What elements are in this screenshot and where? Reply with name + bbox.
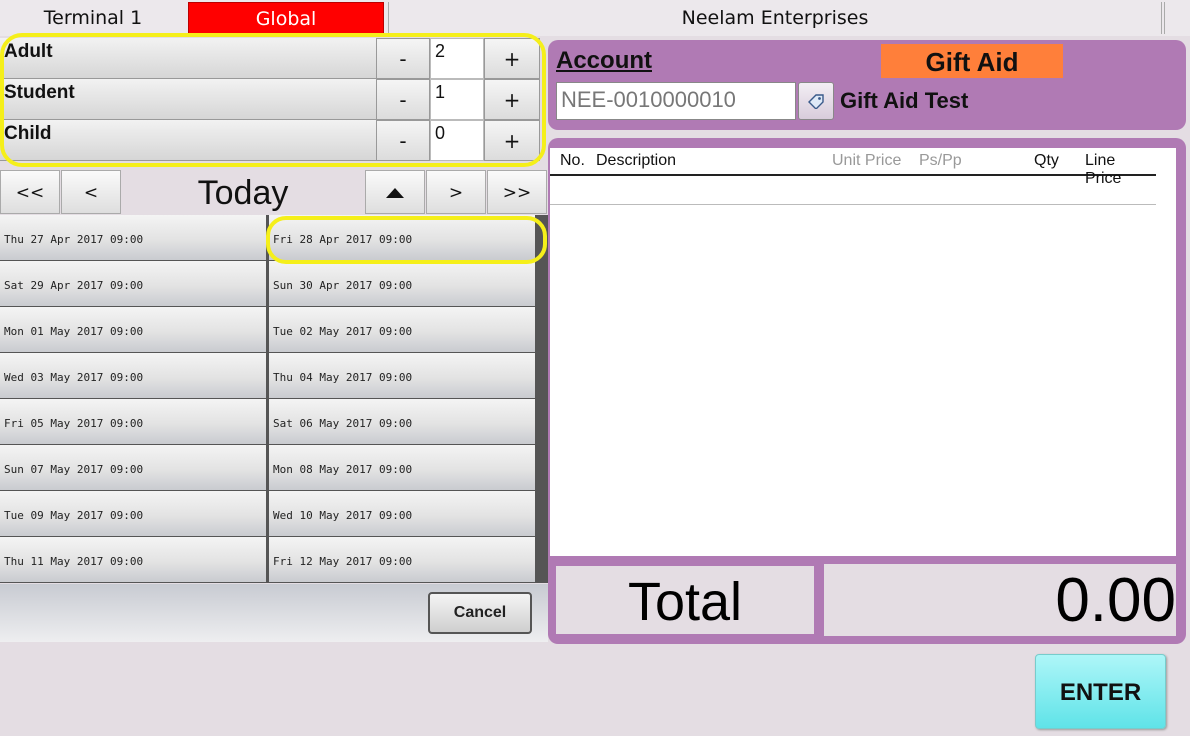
column-qty: Qty: [1034, 152, 1059, 169]
date-slot[interactable]: Sat 06 May 2017 09:00: [269, 399, 535, 444]
next-button[interactable]: >: [426, 170, 486, 214]
column-line-price: Line Price: [1085, 152, 1122, 187]
gift-aid-badge[interactable]: Gift Aid: [881, 44, 1063, 78]
date-grid: Thu 27 Apr 2017 09:00 Fri 28 Apr 2017 09…: [0, 215, 548, 583]
date-slot[interactable]: Tue 02 May 2017 09:00: [269, 307, 535, 352]
order-list[interactable]: No. Description Unit Price Ps/Pp Qty Lin…: [550, 148, 1176, 556]
total-value: 0.00: [824, 564, 1176, 636]
date-slot[interactable]: Wed 10 May 2017 09:00: [269, 491, 535, 536]
tag-icon: [808, 94, 824, 109]
account-number-field[interactable]: NEE-0010000010: [556, 82, 796, 120]
column-no: No.: [560, 152, 585, 169]
order-panel: No. Description Unit Price Ps/Pp Qty Lin…: [548, 138, 1186, 644]
tag-lookup-button[interactable]: [798, 82, 834, 120]
ticket-label: Adult: [0, 38, 376, 79]
date-slot[interactable]: Thu 11 May 2017 09:00: [0, 537, 266, 582]
increment-button[interactable]: +: [484, 38, 540, 79]
decrement-button[interactable]: -: [376, 38, 430, 79]
date-slot[interactable]: Sat 29 Apr 2017 09:00: [0, 261, 266, 306]
scroll-up-button[interactable]: [365, 170, 425, 214]
company-name: Neelam Enterprises: [388, 2, 1162, 34]
date-slot[interactable]: Fri 28 Apr 2017 09:00: [269, 215, 535, 260]
topbar-extra-cell: [1164, 2, 1190, 34]
date-slot[interactable]: Mon 08 May 2017 09:00: [269, 445, 535, 490]
ticket-label: Child: [0, 120, 376, 161]
ticket-label: Student: [0, 79, 376, 120]
date-slot[interactable]: Fri 12 May 2017 09:00: [269, 537, 535, 582]
quantity-field[interactable]: 0: [430, 120, 484, 161]
top-bar: Terminal 1 Global Neelam Enterprises: [0, 0, 1190, 36]
date-slot[interactable]: Mon 01 May 2017 09:00: [0, 307, 266, 352]
date-slot[interactable]: Tue 09 May 2017 09:00: [0, 491, 266, 536]
date-slot[interactable]: Fri 05 May 2017 09:00: [0, 399, 266, 444]
total-label: Total: [554, 564, 816, 636]
quantity-field[interactable]: 1: [430, 79, 484, 120]
increment-button[interactable]: +: [484, 79, 540, 120]
decrement-button[interactable]: -: [376, 79, 430, 120]
date-slot[interactable]: Thu 27 Apr 2017 09:00: [0, 215, 266, 260]
date-navigation: << < Today > >>: [0, 170, 547, 214]
column-ps-pp: Ps/Pp: [919, 152, 962, 169]
up-arrow-icon: [386, 188, 404, 198]
global-tab[interactable]: Global: [188, 2, 384, 34]
ticket-row-child: Child - 0 +: [0, 120, 546, 161]
order-header: No. Description Unit Price Ps/Pp Qty Lin…: [550, 148, 1156, 187]
order-row-divider: [550, 204, 1156, 205]
date-slot[interactable]: Sun 07 May 2017 09:00: [0, 445, 266, 490]
ticket-type-panel: Adult - 2 + Student - 1 + Child - 0 +: [0, 38, 546, 162]
date-slot[interactable]: Sun 30 Apr 2017 09:00: [269, 261, 535, 306]
terminal-tab[interactable]: Terminal 1: [0, 2, 186, 34]
enter-button[interactable]: ENTER: [1035, 654, 1166, 729]
date-slot[interactable]: Wed 03 May 2017 09:00: [0, 353, 266, 398]
gift-aid-status: Gift Aid Test: [840, 88, 969, 113]
quantity-field[interactable]: 2: [430, 38, 484, 79]
ticket-row-adult: Adult - 2 +: [0, 38, 546, 79]
column-description: Description: [596, 152, 677, 169]
account-panel: Account NEE-0010000010 Gift Aid Gift Aid…: [548, 40, 1186, 130]
decrement-button[interactable]: -: [376, 120, 430, 161]
column-unit-price: Unit Price: [832, 152, 902, 169]
cancel-area: Cancel: [0, 584, 548, 642]
date-slot[interactable]: Thu 04 May 2017 09:00: [269, 353, 535, 398]
today-label[interactable]: Today: [122, 170, 364, 214]
first-page-button[interactable]: <<: [0, 170, 60, 214]
cancel-button[interactable]: Cancel: [428, 592, 532, 634]
previous-button[interactable]: <: [61, 170, 121, 214]
account-label[interactable]: Account: [556, 47, 652, 75]
increment-button[interactable]: +: [484, 120, 540, 161]
ticket-row-student: Student - 1 +: [0, 79, 546, 120]
last-page-button[interactable]: >>: [487, 170, 547, 214]
